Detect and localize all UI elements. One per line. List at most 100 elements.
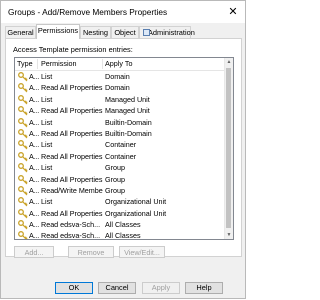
apply-to-cell: Container [105,140,137,150]
type-cell: A... [29,208,39,218]
table-row[interactable]: A... List Builtin-Domain [15,117,225,128]
apply-to-cell: Group [105,163,125,173]
permission-cell: Read All Properties [41,83,103,93]
key-icon [18,106,28,116]
scroll-up-icon[interactable]: ▲ [225,58,233,66]
type-cell: A... [29,72,39,81]
apply-to-cell: Organizational Unit [105,208,167,218]
permission-cell: List [41,197,53,207]
apply-to-cell: Managed Unit [105,106,150,116]
table-row[interactable]: A... List Domain [15,71,225,82]
permissions-panel: Access Template permission entries: Type… [5,38,242,258]
permission-cell: Read All Properties [41,151,103,161]
title-bar: Groups - Add/Remove Members Properties ✕ [1,1,245,23]
type-cell: A... [29,220,39,230]
remove-button[interactable]: Remove [68,246,114,258]
apply-to-cell: Builtin-Domain [105,117,152,127]
apply-to-cell: Group [105,185,125,195]
key-icon [18,208,28,219]
table-row[interactable]: A... Read All Properties Group [15,174,225,185]
table-row[interactable]: A... Read All Properties Container [15,151,225,162]
permissions-list[interactable]: Type Permission Apply To A... List Domain A… [14,57,234,240]
key-icon [18,72,28,82]
permission-cell: List [41,163,53,173]
key-icon [18,197,28,207]
column-header-permission[interactable]: Permission [39,59,103,69]
type-cell: A... [29,128,39,138]
tab-object[interactable]: Object [111,26,139,38]
permission-cell: List [41,94,53,104]
table-row[interactable]: A... Read All Properties Managed Unit [15,105,225,116]
key-icon [18,129,28,139]
apply-to-cell: Organizational Unit [105,197,167,207]
permission-cell: Read edsva-Sch... [41,220,101,230]
table-row[interactable]: A... List Group [15,162,225,173]
vertical-scrollbar[interactable]: ▲ ▼ [224,58,233,239]
add-button[interactable]: Add... [14,246,54,258]
table-row[interactable]: A... List Managed Unit [15,94,225,105]
type-cell: A... [29,163,39,173]
view-edit-button[interactable]: View/Edit... [119,246,165,258]
column-header-apply-to[interactable]: Apply To [103,59,205,69]
section-label: Access Template permission entries: [13,45,133,54]
apply-to-cell: Container [105,151,137,161]
apply-to-cell: All Classes [105,220,141,230]
ok-button[interactable]: OK [55,282,93,294]
apply-to-cell: Managed Unit [105,94,150,104]
apply-to-cell: Builtin-Domain [105,128,152,138]
tab-nesting[interactable]: Nesting [80,26,111,38]
permission-cell: List [41,140,53,150]
key-icon [18,231,28,239]
help-button[interactable]: Help [185,282,223,294]
key-icon [18,151,28,162]
table-row[interactable]: A... Read/Write Membe... Group [15,185,225,196]
key-icon [18,220,28,230]
key-icon [18,117,28,128]
type-cell: A... [29,197,39,207]
type-cell: A... [29,94,39,104]
permission-cell: Read All Properties [41,208,103,218]
tab-permissions[interactable]: Permissions [36,24,80,39]
column-header-type[interactable]: Type [15,59,38,69]
table-row[interactable]: A... Read All Properties Organizational Un… [15,208,225,219]
permission-cell: Read All Properties [41,106,103,116]
table-row[interactable]: A... Read edsva-Sch... All Classes [15,219,225,230]
key-icon [18,163,28,173]
tab-general[interactable]: General [5,26,36,38]
type-cell: A... [29,151,39,161]
scroll-thumb[interactable] [226,68,231,228]
type-cell: A... [29,117,39,127]
administration-icon [143,29,150,36]
permission-cell: Read edsva-Sch... [41,231,101,240]
cancel-button[interactable]: Cancel [98,282,136,294]
key-icon [18,140,28,150]
permission-cell: List [41,72,53,81]
permission-cell: Read/Write Membe... [41,185,103,195]
type-cell: A... [29,140,39,150]
permission-cell: Read All Properties [41,174,103,184]
tab-administration[interactable]: Administration [139,26,195,38]
permission-cell: List [41,117,53,127]
table-row[interactable]: A... List Organizational Unit [15,196,225,207]
type-cell: A... [29,185,39,195]
apply-to-cell: Domain [105,83,130,93]
list-header: Type Permission Apply To [15,58,225,71]
scroll-down-icon[interactable]: ▼ [225,231,233,239]
apply-to-cell: All Classes [105,231,141,240]
permission-cell: Read All Properties [41,128,103,138]
window-title: Groups - Add/Remove Members Properties [8,7,168,17]
close-icon[interactable]: ✕ [225,4,241,20]
key-icon [18,185,28,196]
apply-button[interactable]: Apply [142,282,180,294]
table-row[interactable]: A... List Container [15,139,225,150]
table-row[interactable]: A... Read All Properties Builtin-Domain [15,128,225,139]
type-cell: A... [29,231,39,240]
tab-administration-label: Administration [148,28,195,37]
key-icon [18,174,28,185]
key-icon [18,83,28,93]
properties-dialog: Groups - Add/Remove Members Properties ✕… [0,0,246,299]
tab-strip: General Permissions Nesting Object Admin… [5,24,241,39]
table-row[interactable]: A... Read edsva-Sch... All Classes [15,230,225,240]
table-row[interactable]: A... Read All Properties Domain [15,82,225,93]
apply-to-cell: Domain [105,72,130,81]
